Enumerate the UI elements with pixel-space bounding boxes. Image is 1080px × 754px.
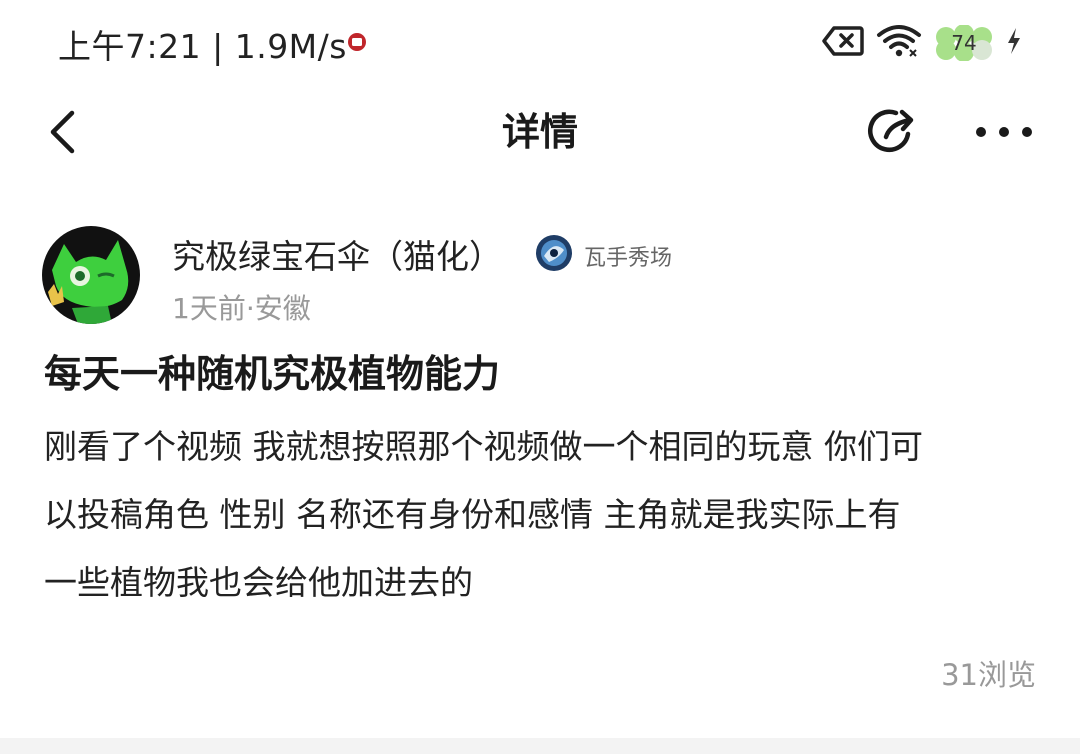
post-content: 刚看了个视频 我就想按照那个视频做一个相同的玩意 你们可 以投稿角色 性别 名称… bbox=[44, 418, 1044, 622]
header-bar: 详情 bbox=[0, 86, 1080, 178]
post-text-line: 以投稿角色 性别 名称还有身份和感情 主角就是我实际上有 bbox=[44, 495, 901, 534]
battery-level: 74 bbox=[951, 31, 977, 55]
share-button[interactable] bbox=[866, 104, 922, 160]
post-detail-page: 上午7:21 | 1.9M/s 74 详情 究极绿宝石伞（猫化） 瓦手秀场 1天… bbox=[0, 0, 1080, 754]
post-title: 每天一种随机究极植物能力 bbox=[44, 352, 501, 396]
back-button[interactable] bbox=[40, 108, 88, 156]
post-text-line: 一些植物我也会给他加进去的 bbox=[44, 563, 473, 602]
more-options-button[interactable] bbox=[972, 110, 1036, 154]
notification-clear-icon bbox=[822, 25, 864, 61]
author-name[interactable]: 究极绿宝石伞（猫化） bbox=[172, 230, 502, 278]
charging-icon bbox=[1006, 27, 1022, 59]
share-icon bbox=[868, 109, 914, 152]
wifi-icon bbox=[876, 24, 922, 62]
user-badge-label: 瓦手秀场 bbox=[584, 246, 673, 271]
view-count: 31浏览 bbox=[941, 658, 1036, 692]
status-bar: 上午7:21 | 1.9M/s 74 bbox=[0, 0, 1080, 86]
chevron-left-icon bbox=[50, 110, 75, 154]
battery-icon: 74 bbox=[934, 25, 994, 61]
post-text-line: 刚看了个视频 我就想按照那个视频做一个相同的玩意 你们可 bbox=[44, 427, 923, 466]
badge-icon bbox=[535, 234, 573, 272]
author-avatar[interactable] bbox=[42, 226, 140, 324]
screen-record-icon bbox=[346, 31, 368, 57]
status-time-speed: 上午7:21 | 1.9M/s bbox=[58, 27, 347, 66]
section-divider bbox=[0, 738, 1080, 754]
more-icon bbox=[976, 127, 1032, 137]
post-time-location: 1天前·安徽 bbox=[172, 292, 311, 325]
status-icons: 74 bbox=[822, 22, 1022, 64]
